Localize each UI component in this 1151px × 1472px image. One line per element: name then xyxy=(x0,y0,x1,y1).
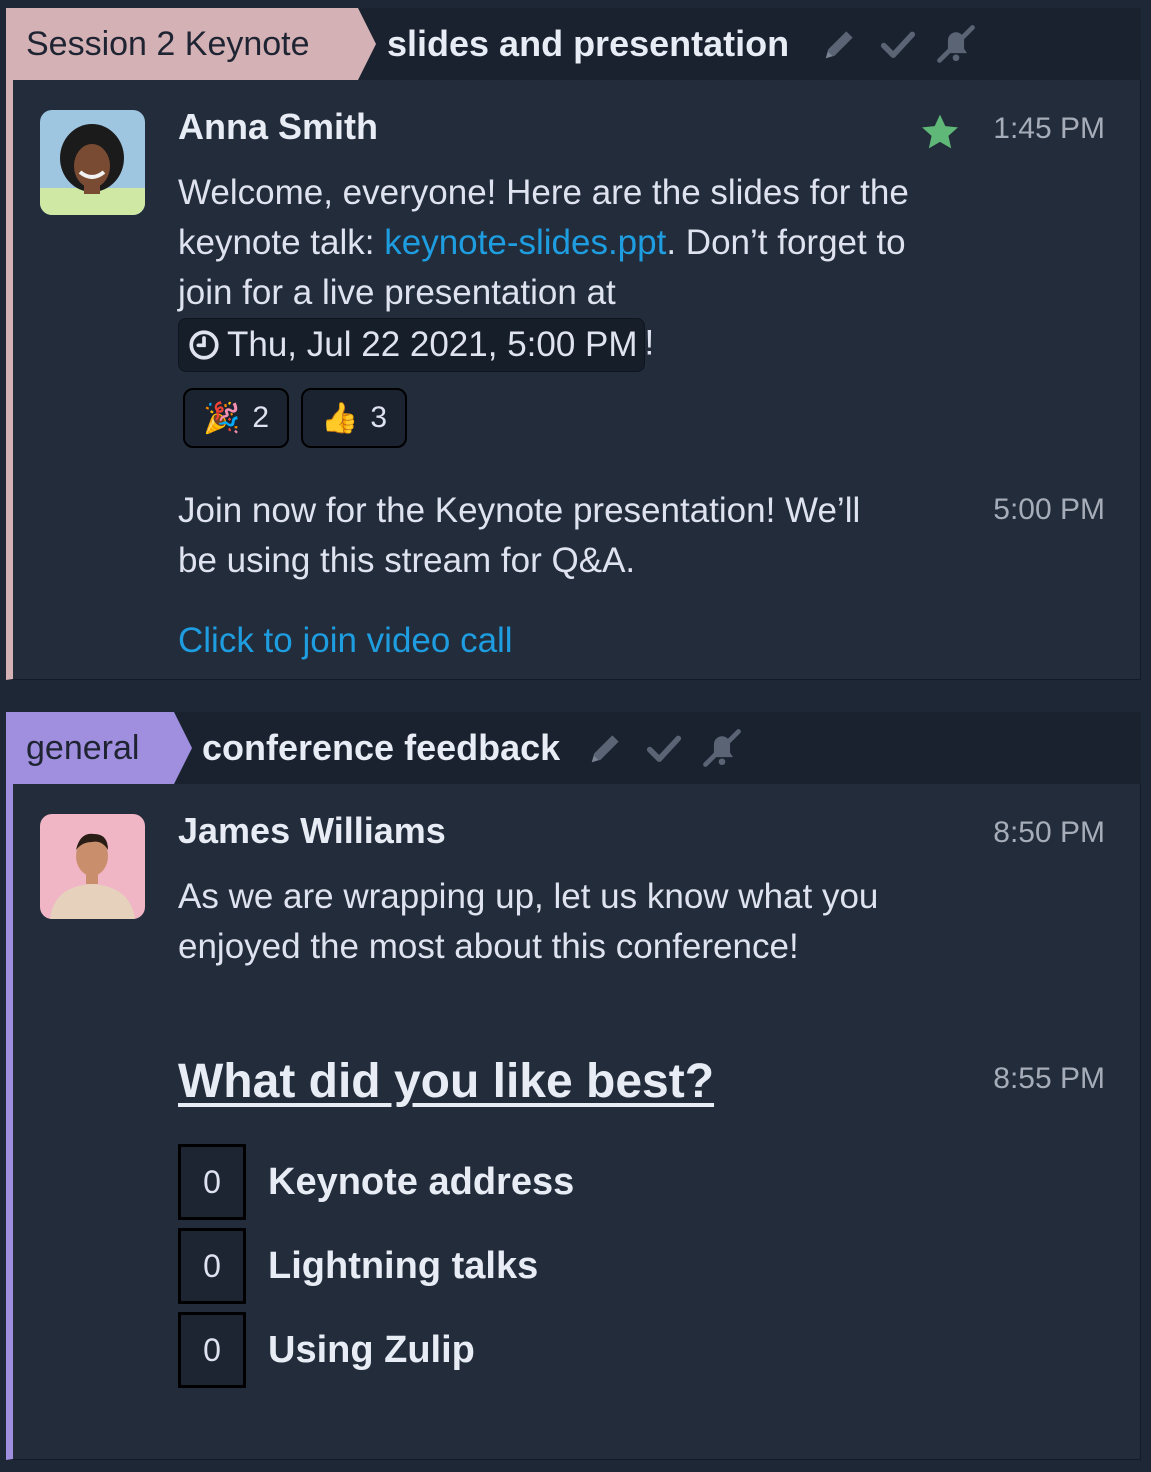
topic-name[interactable]: conference feedback xyxy=(202,712,560,784)
resolve-check-icon[interactable] xyxy=(642,726,686,770)
recipient-header: general conference feedback xyxy=(6,712,1141,784)
avatar[interactable] xyxy=(40,110,145,215)
time-mention[interactable]: Thu, Jul 22 2021, 5:00 PM xyxy=(178,318,645,372)
message-time[interactable]: 5:00 PM xyxy=(993,493,1105,527)
avatar[interactable] xyxy=(40,814,145,919)
resolve-check-icon[interactable] xyxy=(876,22,920,66)
poll-question: What did you like best? xyxy=(178,1055,715,1108)
message-list: Anna Smith 1:45 PM Welcome, everyone! He… xyxy=(6,80,1141,680)
sender-name[interactable]: Anna Smith xyxy=(178,106,378,148)
recipient-block: general conference feedback James Willia… xyxy=(6,712,1141,1460)
poll-option-label: Lightning talks xyxy=(268,1244,539,1287)
message-time[interactable]: 1:45 PM xyxy=(993,112,1105,146)
stream-name[interactable]: Session 2 Keynote xyxy=(6,8,376,80)
message-text: ! xyxy=(644,323,655,363)
message-time[interactable]: 8:55 PM xyxy=(993,1062,1105,1096)
recipient-block: Session 2 Keynote slides and presentatio… xyxy=(6,8,1141,680)
poll-option: 0 Using Zulip xyxy=(178,1312,475,1388)
reaction-thumbs-up[interactable]: 👍 3 xyxy=(301,388,407,448)
video-call-link[interactable]: Click to join video call xyxy=(178,616,513,666)
recipient-header: Session 2 Keynote slides and presentatio… xyxy=(6,8,1141,80)
reactions: 🎉 2 👍 3 xyxy=(183,388,407,448)
time-mention-text: Thu, Jul 22 2021, 5:00 PM xyxy=(227,325,638,364)
attachment-link[interactable]: keynote-slides.ppt xyxy=(384,223,666,262)
reaction-count: 2 xyxy=(252,401,270,434)
topic-name[interactable]: slides and presentation xyxy=(387,8,789,80)
tada-icon: 🎉 xyxy=(202,401,241,435)
poll-option: 0 Lightning talks xyxy=(178,1228,538,1304)
poll-vote-button[interactable]: 0 xyxy=(178,1144,246,1220)
message-content: Welcome, everyone! Here are the slides f… xyxy=(178,168,958,372)
message-time[interactable]: 8:50 PM xyxy=(993,816,1105,850)
reaction-count: 3 xyxy=(370,401,388,434)
poll-option-label: Keynote address xyxy=(268,1160,575,1203)
thumbs-up-icon: 👍 xyxy=(320,401,359,435)
stream-name[interactable]: general xyxy=(6,712,192,784)
sender-name[interactable]: James Williams xyxy=(178,810,446,852)
edit-pencil-icon[interactable] xyxy=(818,22,862,66)
poll-option-label: Using Zulip xyxy=(268,1328,475,1371)
clock-icon xyxy=(189,330,219,360)
poll-vote-button[interactable]: 0 xyxy=(178,1228,246,1304)
mute-bell-icon[interactable] xyxy=(934,22,978,66)
poll-option: 0 Keynote address xyxy=(178,1144,574,1220)
topic-actions xyxy=(818,22,978,66)
poll-vote-button[interactable]: 0 xyxy=(178,1312,246,1388)
mute-bell-icon[interactable] xyxy=(700,726,744,770)
topic-actions xyxy=(584,726,744,770)
message-text: Join now for the Keynote presentation! W… xyxy=(178,491,861,580)
message-list: James Williams 8:50 PM As we are wrappin… xyxy=(6,784,1141,1460)
reaction-tada[interactable]: 🎉 2 xyxy=(183,388,289,448)
message-text: As we are wrapping up, let us know what … xyxy=(178,877,879,966)
star-icon[interactable] xyxy=(918,110,962,154)
edit-pencil-icon[interactable] xyxy=(584,726,628,770)
